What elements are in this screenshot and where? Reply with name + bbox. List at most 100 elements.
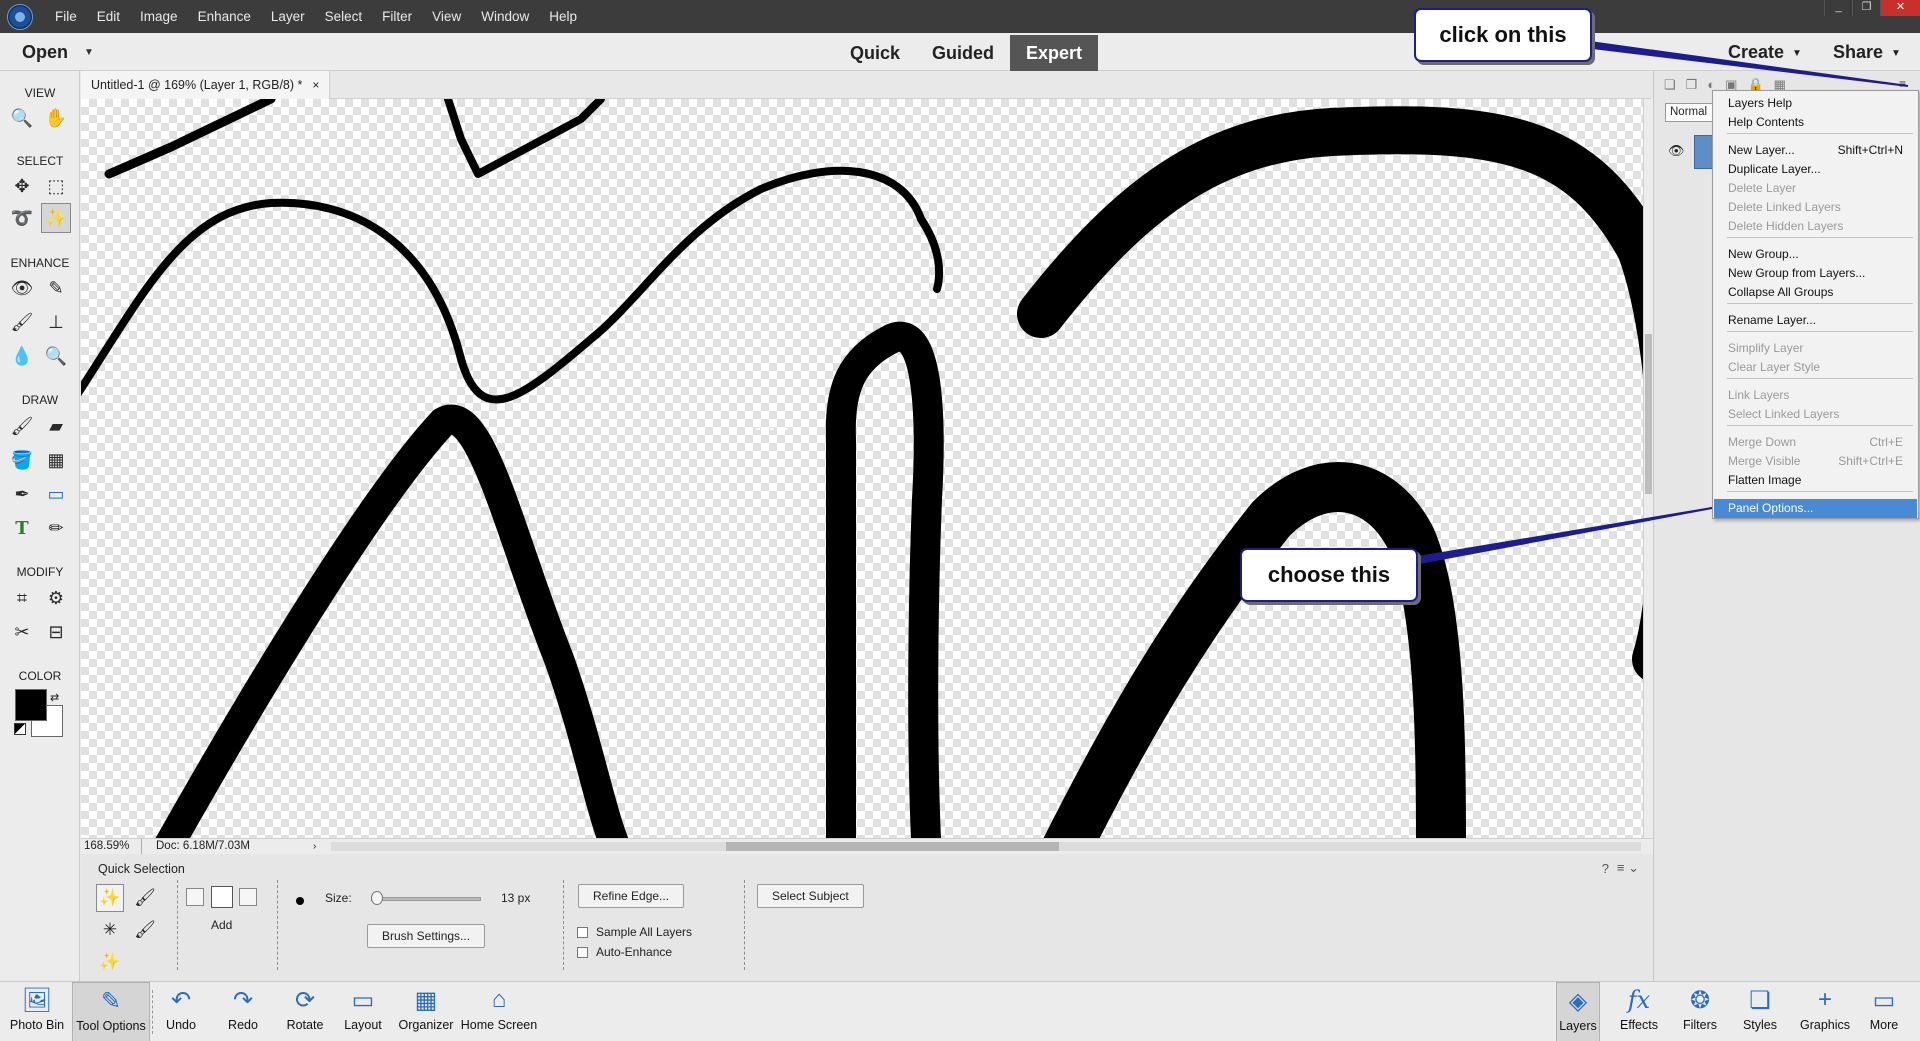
menu-item-new-layer[interactable]: New Layer... Shift+Ctrl+N — [1714, 141, 1917, 160]
gradient-tool-icon[interactable]: ▦ — [41, 445, 71, 475]
clone-stamp-tool-icon[interactable]: ⊥ — [41, 307, 71, 337]
add-selection-mode[interactable] — [211, 886, 233, 908]
vertical-scroll-thumb[interactable] — [1645, 334, 1652, 494]
menu-item-new-group[interactable]: New Group... — [1714, 245, 1917, 264]
styles-button[interactable]: ❏ Styles — [1738, 982, 1782, 1041]
image-canvas[interactable] — [81, 99, 1643, 838]
quick-selection-icon[interactable]: ✨ — [96, 884, 124, 912]
menu-file[interactable]: File — [45, 0, 87, 33]
zoom-tool-icon[interactable]: 🔍 — [7, 103, 37, 133]
panel-menu-icon[interactable]: ≡ ⌄ — [1617, 860, 1639, 876]
menu-item-new-group-from-layers[interactable]: New Group from Layers... — [1714, 264, 1917, 283]
select-subject-button[interactable]: Select Subject — [757, 884, 864, 908]
move-tool-icon[interactable]: ✥ — [7, 171, 37, 201]
chevron-right-icon[interactable]: › — [313, 839, 316, 854]
menu-item-delete-layer[interactable]: Delete Layer — [1714, 179, 1917, 198]
menu-item-merge-down[interactable]: Merge Down Ctrl+E — [1714, 433, 1917, 452]
rotate-button[interactable]: ⟳ Rotate — [280, 982, 330, 1041]
refine-selection-brush-icon[interactable]: 🖌 — [131, 916, 159, 944]
brush-settings-button[interactable]: Brush Settings... — [367, 924, 486, 948]
home-screen-button[interactable]: ⌂ Home Screen — [458, 982, 540, 1041]
menu-item-delete-hidden-layers[interactable]: Delete Hidden Layers — [1714, 217, 1917, 236]
panel-menu-icon[interactable]: ≡ — [1899, 77, 1906, 91]
checkbox-box[interactable] — [577, 946, 588, 958]
tab-quick[interactable]: Quick — [834, 35, 916, 71]
smart-brush-tool-icon[interactable]: 🖌 — [7, 307, 37, 337]
menu-item-collapse-all-groups[interactable]: Collapse All Groups — [1714, 283, 1917, 302]
help-icon[interactable]: ? — [1602, 861, 1609, 876]
horizontal-scroll-thumb[interactable] — [726, 842, 1059, 851]
tab-expert[interactable]: Expert — [1010, 35, 1099, 71]
close-window-button[interactable]: ✕ — [1880, 0, 1920, 16]
graphics-button[interactable]: + Graphics — [1797, 982, 1853, 1041]
red-eye-tool-icon[interactable]: 👁 — [7, 273, 37, 303]
menu-edit[interactable]: Edit — [87, 0, 130, 33]
new-selection-mode[interactable] — [186, 888, 204, 906]
content-aware-move-tool-icon[interactable]: ✂ — [7, 617, 37, 647]
paint-bucket-tool-icon[interactable]: 🪣 — [7, 445, 37, 475]
menu-item-clear-layer-style[interactable]: Clear Layer Style — [1714, 358, 1917, 377]
new-layer-icon[interactable]: ❏ — [1664, 77, 1676, 93]
menu-item-select-linked-layers[interactable]: Select Linked Layers — [1714, 405, 1917, 424]
menu-enhance[interactable]: Enhance — [188, 0, 261, 33]
filters-button[interactable]: ❂ Filters — [1678, 982, 1722, 1041]
tab-guided[interactable]: Guided — [916, 35, 1010, 71]
menu-item-duplicate-layer[interactable]: Duplicate Layer... — [1714, 160, 1917, 179]
photo-bin-button[interactable]: 🖼 Photo Bin — [4, 982, 70, 1041]
swap-colors-icon[interactable]: ⇄ — [50, 691, 59, 704]
auto-selection-icon[interactable]: ✨ — [96, 948, 124, 976]
blend-mode-select[interactable]: Normal — [1665, 103, 1715, 122]
document-tab[interactable]: Untitled-1 @ 169% (Layer 1, RGB/8) * × — [81, 71, 331, 99]
subtract-selection-mode[interactable] — [239, 888, 257, 906]
menu-item-merge-visible[interactable]: Merge Visible Shift+Ctrl+E — [1714, 452, 1917, 471]
lasso-tool-icon[interactable]: ➰ — [7, 203, 37, 233]
default-colors-icon[interactable] — [14, 723, 26, 735]
tool-options-button[interactable]: ✎ Tool Options — [72, 982, 150, 1041]
menu-item-panel-options[interactable]: Panel Options... — [1714, 499, 1917, 518]
pencil-tool-icon[interactable]: ✏ — [41, 513, 71, 543]
undo-button[interactable]: ↶ Undo — [160, 982, 202, 1041]
straighten-tool-icon[interactable]: ⊟ — [41, 617, 71, 647]
menu-layer[interactable]: Layer — [261, 0, 315, 33]
auto-enhance-checkbox[interactable]: Auto-Enhance — [577, 945, 672, 959]
minimize-button[interactable]: _ — [1824, 0, 1852, 16]
effects-button[interactable]: fx Effects — [1617, 982, 1661, 1041]
vertical-scrollbar[interactable] — [1643, 99, 1653, 838]
menu-select[interactable]: Select — [315, 0, 373, 33]
menu-item-layers-help[interactable]: Layers Help — [1714, 94, 1917, 113]
share-button[interactable]: Share ▼ — [1833, 42, 1901, 63]
size-slider-thumb[interactable] — [370, 891, 383, 905]
checkbox-box[interactable] — [577, 926, 588, 938]
horizontal-scrollbar[interactable] — [331, 842, 1641, 851]
size-slider[interactable] — [371, 897, 481, 901]
menu-filter[interactable]: Filter — [372, 0, 422, 33]
menu-window[interactable]: Window — [471, 0, 539, 33]
brush-tool-icon[interactable]: 🖌 — [7, 411, 37, 441]
type-tool-icon[interactable]: T — [7, 513, 37, 543]
new-group-icon[interactable]: ❐ — [1686, 77, 1698, 93]
eye-icon[interactable]: 👁 — [1668, 143, 1685, 159]
shape-tool-icon[interactable]: ▭ — [41, 479, 71, 509]
menu-help[interactable]: Help — [539, 0, 587, 33]
eyedropper-tool-icon[interactable]: ✒ — [7, 479, 37, 509]
chevron-down-icon[interactable]: ▼ — [84, 47, 94, 58]
create-button[interactable]: Create ▼ — [1728, 42, 1802, 63]
menu-item-link-layers[interactable]: Link Layers — [1714, 386, 1917, 405]
sample-all-layers-checkbox[interactable]: Sample All Layers — [577, 925, 692, 939]
restore-button[interactable]: ❐ — [1852, 0, 1880, 16]
zoom-readout[interactable]: 168.59% — [84, 839, 129, 854]
magic-wand-icon[interactable]: ✳ — [96, 916, 124, 944]
quick-selection-tool-icon[interactable]: ✨ — [41, 203, 71, 233]
layers-button[interactable]: ◈ Layers — [1556, 982, 1600, 1041]
open-button[interactable]: Open — [22, 42, 68, 63]
size-value[interactable]: 13 px — [501, 891, 530, 905]
blur-tool-icon[interactable]: 💧 — [7, 341, 37, 371]
menu-image[interactable]: Image — [130, 0, 188, 33]
menu-item-delete-linked-layers[interactable]: Delete Linked Layers — [1714, 198, 1917, 217]
recompose-tool-icon[interactable]: ⚙ — [41, 583, 71, 613]
redo-button[interactable]: ↷ Redo — [222, 982, 264, 1041]
menu-view[interactable]: View — [422, 0, 471, 33]
organizer-button[interactable]: ▦ Organizer — [395, 982, 457, 1041]
eraser-tool-icon[interactable]: ▰ — [41, 411, 71, 441]
selection-brush-icon[interactable]: 🖌 — [131, 884, 159, 912]
